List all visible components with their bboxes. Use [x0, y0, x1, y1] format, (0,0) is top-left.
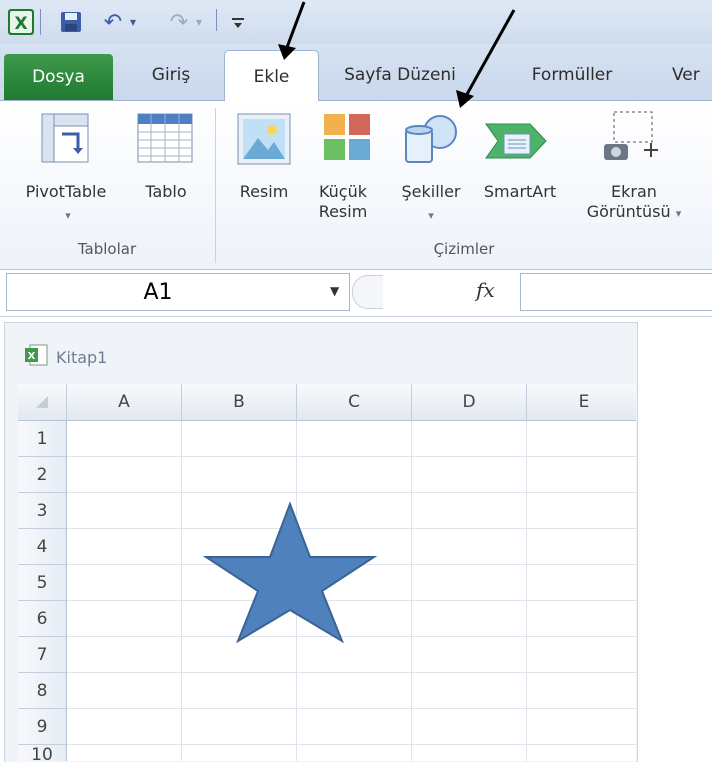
row-header[interactable]: 10: [18, 745, 67, 761]
screenshot-dropdown-icon[interactable]: ▾: [676, 207, 682, 220]
shapes-button[interactable]: Şekiller: [390, 182, 472, 202]
annotation-arrow-insert-tab: [278, 1, 306, 60]
column-header[interactable]: D: [412, 384, 527, 421]
tab-page-layout[interactable]: Sayfa Düzeni: [330, 56, 470, 94]
row-header[interactable]: 6: [18, 601, 67, 637]
title-bar: X ↶ ▾ ↷ ▾: [0, 0, 712, 44]
undo-icon[interactable]: ↶: [100, 9, 126, 35]
undo-dropdown-icon[interactable]: ▾: [126, 9, 140, 35]
table-icon: [136, 112, 194, 168]
redo-icon[interactable]: ↷: [166, 9, 192, 35]
screenshot-label-line1: Ekran: [611, 182, 657, 201]
insert-function-icon[interactable]: fx: [476, 278, 495, 302]
column-header[interactable]: C: [297, 384, 412, 421]
column-header[interactable]: E: [527, 384, 636, 421]
clip-art-button[interactable]: Küçük Resim: [308, 182, 378, 222]
group-label-illustrations: Çizimler: [433, 240, 495, 258]
screenshot-icon: [600, 110, 664, 168]
excel-app-icon[interactable]: X: [6, 9, 36, 35]
formula-input[interactable]: [520, 273, 712, 311]
svg-text:X: X: [28, 351, 36, 362]
row-header[interactable]: 4: [18, 529, 67, 565]
tab-file[interactable]: Dosya: [4, 54, 113, 100]
name-box-value: A1: [143, 279, 173, 305]
qa-separator: [216, 9, 219, 31]
screenshot-label-line2: Görüntüsü ▾: [586, 202, 682, 221]
tab-formulas[interactable]: Formüller: [512, 56, 632, 94]
row-header[interactable]: 2: [18, 457, 67, 493]
clip-art-label-line2: Resim: [318, 202, 368, 221]
row-header[interactable]: 5: [18, 565, 67, 601]
name-box[interactable]: A1: [6, 273, 350, 311]
row-header[interactable]: 7: [18, 637, 67, 673]
shapes-dropdown-icon[interactable]: ▾: [423, 206, 439, 226]
formula-bar-handle[interactable]: [352, 275, 383, 309]
pivot-table-icon: [40, 112, 90, 168]
smartart-button[interactable]: SmartArt: [474, 182, 566, 202]
name-box-dropdown-icon[interactable]: ▼: [330, 284, 339, 298]
select-all-corner[interactable]: [18, 384, 67, 421]
row-header[interactable]: 1: [18, 421, 67, 457]
svg-text:X: X: [14, 14, 27, 34]
star-shape[interactable]: [200, 500, 380, 645]
table-button[interactable]: Tablo: [132, 182, 200, 202]
workbook-title: Kitap1: [56, 348, 108, 367]
picture-button[interactable]: Resim: [230, 182, 298, 202]
column-header[interactable]: B: [182, 384, 297, 421]
picture-icon: [236, 112, 292, 170]
pivot-table-button[interactable]: PivotTable: [12, 182, 120, 202]
group-label-tables: Tablolar: [77, 240, 137, 258]
tab-data[interactable]: Ver: [672, 56, 712, 94]
screenshot-button[interactable]: Ekran Görüntüsü ▾: [566, 182, 702, 224]
column-header[interactable]: A: [67, 384, 182, 421]
tab-home[interactable]: Giriş: [132, 56, 210, 94]
clip-art-icon: [322, 112, 372, 166]
workbook-excel-icon: X: [24, 344, 48, 370]
shapes-icon: [400, 112, 462, 172]
qa-separator: [40, 9, 45, 35]
row-header[interactable]: 9: [18, 709, 67, 745]
redo-dropdown-icon[interactable]: ▾: [192, 9, 206, 35]
row-header[interactable]: 3: [18, 493, 67, 529]
save-icon[interactable]: [58, 9, 84, 35]
annotation-arrow-shapes: [456, 9, 516, 108]
clip-art-label-line1: Küçük: [318, 182, 368, 201]
row-header[interactable]: 8: [18, 673, 67, 709]
pivot-table-dropdown-icon[interactable]: ▾: [60, 206, 76, 226]
customize-qa-icon[interactable]: [228, 9, 248, 35]
smartart-icon: [484, 118, 550, 168]
